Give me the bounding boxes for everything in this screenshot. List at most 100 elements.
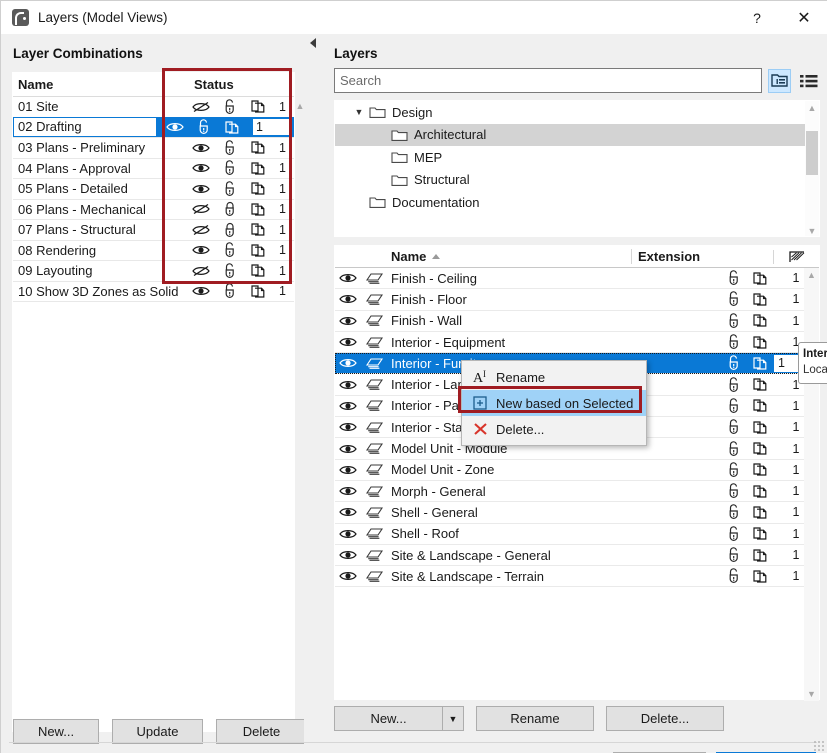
lock-icon[interactable] xyxy=(222,242,238,258)
wireframe-layer-icon[interactable] xyxy=(361,485,387,498)
visibility-eye-icon[interactable] xyxy=(192,183,210,195)
intersection-group-icon[interactable] xyxy=(747,398,773,413)
layer-row[interactable]: Finish - Floor 1 xyxy=(335,289,819,311)
wireframe-layer-icon[interactable] xyxy=(361,293,387,306)
layer-combination-row[interactable]: 01 Site 1 xyxy=(13,97,294,118)
collapse-left-arrow-icon[interactable] xyxy=(310,38,316,48)
lock-icon[interactable] xyxy=(196,119,212,135)
lc-new-button[interactable]: New... xyxy=(13,719,99,744)
visibility-eye-icon[interactable] xyxy=(192,162,210,174)
wireframe-layer-icon[interactable] xyxy=(361,336,387,349)
layer-combination-row[interactable]: 09 Layouting 1 xyxy=(13,261,294,282)
lock-icon[interactable] xyxy=(721,270,747,286)
intersection-group-icon[interactable] xyxy=(747,548,773,563)
visibility-eye-icon[interactable] xyxy=(335,528,361,540)
copy-layer-icon[interactable] xyxy=(224,120,240,135)
lock-icon[interactable] xyxy=(721,568,747,584)
intersection-group-icon[interactable] xyxy=(747,377,773,392)
lock-icon[interactable] xyxy=(721,525,747,542)
lock-icon[interactable] xyxy=(721,547,747,563)
column-header-pen[interactable] xyxy=(773,249,819,264)
tree-folder-row[interactable]: Documentation xyxy=(335,191,819,214)
layer-count[interactable]: 1 xyxy=(279,284,286,298)
help-button[interactable]: ? xyxy=(734,1,780,34)
layer-row[interactable]: Finish - Ceiling 1 xyxy=(335,268,819,290)
layer-row[interactable]: Site & Landscape - Terrain 1 xyxy=(335,566,819,588)
tree-scrollbar[interactable]: ▲ ▼ xyxy=(805,101,819,236)
wireframe-layer-icon[interactable] xyxy=(361,549,387,562)
layers-new-button[interactable]: New... xyxy=(334,706,442,731)
visibility-eye-icon[interactable] xyxy=(335,293,361,305)
layer-count[interactable]: 1 xyxy=(279,141,286,155)
layer-count[interactable]: 1 xyxy=(279,243,286,257)
lock-icon[interactable] xyxy=(222,222,238,238)
layer-combination-row[interactable]: 06 Plans - Mechanical 1 xyxy=(13,200,294,220)
layer-count[interactable]: 1 xyxy=(279,182,286,196)
lock-icon[interactable] xyxy=(222,201,238,217)
copy-layer-icon[interactable] xyxy=(250,181,266,196)
layer-combination-row[interactable]: 04 Plans - Approval 1 xyxy=(13,159,294,179)
lock-icon[interactable] xyxy=(721,483,747,499)
layer-count[interactable]: 1 xyxy=(279,223,286,237)
layer-combination-row[interactable]: 03 Plans - Preliminary 1 xyxy=(13,138,294,159)
visibility-eye-icon[interactable] xyxy=(192,244,210,256)
visibility-eye-icon[interactable] xyxy=(335,357,361,369)
lock-icon[interactable] xyxy=(721,334,747,350)
layer-row[interactable]: Finish - Wall 1 xyxy=(335,311,819,332)
context-menu-item[interactable]: Delete... xyxy=(462,416,646,442)
wireframe-layer-icon[interactable] xyxy=(361,272,387,285)
visibility-eye-icon[interactable] xyxy=(192,224,210,236)
lock-icon[interactable] xyxy=(721,355,747,371)
layers-table-scrollbar[interactable]: ▲ ▼ xyxy=(804,268,819,701)
visibility-eye-icon[interactable] xyxy=(192,285,210,297)
layer-count[interactable]: 1 xyxy=(279,100,286,114)
layer-row[interactable]: Morph - General 1 xyxy=(335,481,819,503)
intersection-group-icon[interactable] xyxy=(747,271,773,286)
context-menu-item[interactable]: A I Rename xyxy=(462,364,646,390)
layer-folder-tree[interactable]: ▼ Design Architectural MEP Structural Documen… xyxy=(334,100,820,237)
close-button[interactable]: ✕ xyxy=(780,1,827,34)
copy-layer-icon[interactable] xyxy=(250,140,266,155)
tree-scroll-thumb[interactable] xyxy=(806,131,818,175)
layer-combination-row[interactable]: 08 Rendering 1 xyxy=(13,241,294,261)
visibility-eye-icon[interactable] xyxy=(192,142,210,154)
wireframe-layer-icon[interactable] xyxy=(361,421,387,434)
layer-combination-row[interactable]: 07 Plans - Structural 1 xyxy=(13,220,294,241)
panel-splitter[interactable] xyxy=(304,34,326,753)
context-menu-item[interactable]: New based on Selected xyxy=(462,390,646,416)
layer-count[interactable]: 1 xyxy=(279,202,286,216)
wireframe-layer-icon[interactable] xyxy=(361,527,387,540)
tree-folder-row[interactable]: Structural xyxy=(335,169,819,192)
visibility-eye-icon[interactable] xyxy=(335,549,361,561)
copy-layer-icon[interactable] xyxy=(250,161,266,176)
lock-icon[interactable] xyxy=(721,419,747,435)
wireframe-layer-icon[interactable] xyxy=(361,357,387,370)
layers-delete-button[interactable]: Delete... xyxy=(606,706,724,731)
visibility-eye-icon[interactable] xyxy=(335,443,361,455)
layer-combinations-list[interactable]: Name Status 01 Site 1 02 Drafting 1 03 Plans… xyxy=(12,72,304,732)
chevron-down-icon[interactable]: ▼ xyxy=(351,107,367,117)
intersection-group-icon[interactable] xyxy=(747,462,773,477)
intersection-group-icon[interactable] xyxy=(747,484,773,499)
layer-row[interactable]: Site & Landscape - General 1 xyxy=(335,545,819,567)
visibility-eye-icon[interactable] xyxy=(192,265,210,277)
tree-folder-row[interactable]: MEP xyxy=(335,146,819,169)
intersection-group-icon[interactable] xyxy=(747,313,773,328)
lc-update-button[interactable]: Update xyxy=(112,719,203,744)
lock-icon[interactable] xyxy=(721,398,747,414)
tree-folder-row[interactable]: ▼ Design xyxy=(335,101,819,124)
visibility-eye-icon[interactable] xyxy=(192,101,210,113)
lock-icon[interactable] xyxy=(222,180,238,197)
intersection-group-icon[interactable] xyxy=(747,420,773,435)
layer-count[interactable]: 1 xyxy=(252,118,292,137)
layer-count[interactable]: 1 xyxy=(279,264,286,278)
visibility-eye-icon[interactable] xyxy=(335,379,361,391)
layer-row[interactable]: Shell - Roof 1 xyxy=(335,524,819,545)
lock-icon[interactable] xyxy=(721,312,747,329)
tree-view-icon[interactable] xyxy=(768,68,792,93)
lock-icon[interactable] xyxy=(222,98,238,115)
visibility-eye-icon[interactable] xyxy=(335,336,361,348)
lock-icon[interactable] xyxy=(721,291,747,307)
lc-delete-button[interactable]: Delete xyxy=(216,719,307,744)
copy-layer-icon[interactable] xyxy=(250,263,266,278)
